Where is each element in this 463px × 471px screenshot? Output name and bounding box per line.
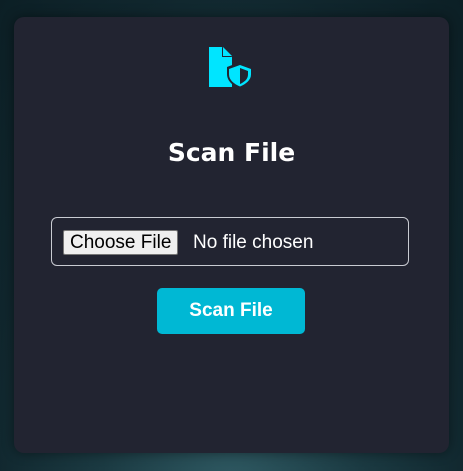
scan-card: Scan File Choose File No file chosen Sca… <box>14 17 449 453</box>
file-shield-icon <box>207 47 255 89</box>
scan-file-button[interactable]: Scan File <box>157 288 305 334</box>
file-input[interactable]: Choose File No file chosen <box>51 217 409 266</box>
choose-file-button[interactable]: Choose File <box>63 230 179 255</box>
file-status-text: No file chosen <box>193 232 314 253</box>
page-title: Scan File <box>167 138 296 167</box>
